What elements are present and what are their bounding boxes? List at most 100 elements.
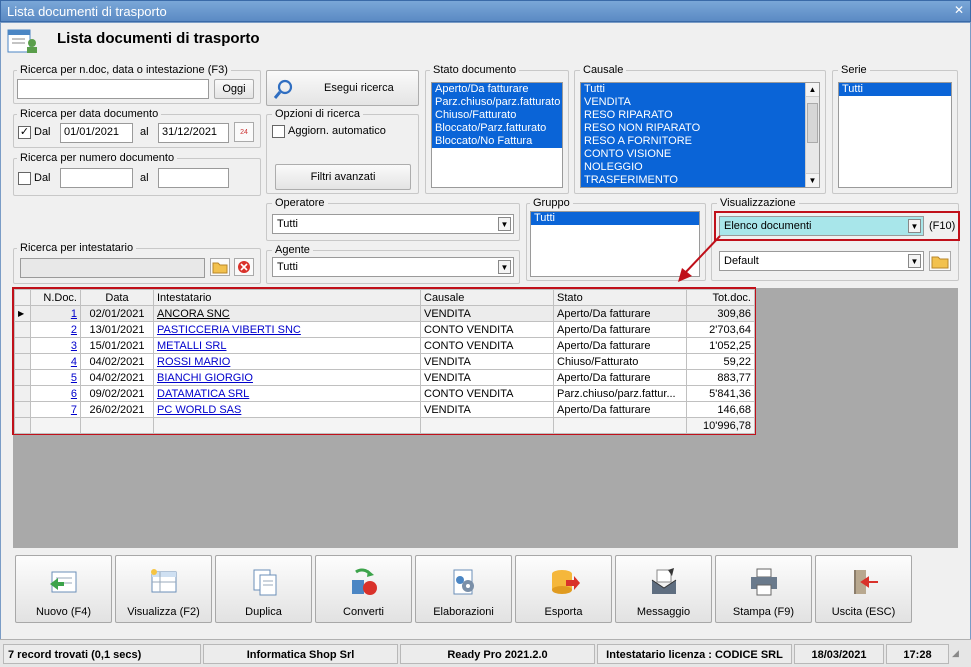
column-header[interactable]: Tot.doc. bbox=[686, 289, 755, 306]
status-license: Intestatario licenza : CODICE SRL bbox=[597, 644, 792, 664]
today-button[interactable]: Oggi bbox=[214, 79, 254, 99]
exit-icon bbox=[848, 566, 880, 598]
cell-causale: VENDITA bbox=[420, 369, 554, 386]
table-row[interactable]: 5 04/02/2021 BIANCHI GIORGIO VENDITA Ape… bbox=[14, 369, 755, 386]
serie-list[interactable]: Tutti bbox=[838, 82, 952, 188]
holder-link[interactable]: BIANCHI GIORGIO bbox=[153, 369, 421, 386]
scroll-up-icon[interactable]: ▲ bbox=[806, 83, 819, 97]
holder-link[interactable]: METALLI SRL bbox=[153, 337, 421, 354]
resize-grip-icon[interactable]: ◢ bbox=[952, 648, 966, 662]
doc-state-list[interactable]: Aperto/Da fatturare Parz.chiuso/parz.fat… bbox=[431, 82, 563, 188]
holder-link[interactable]: PASTICCERIA VIBERTI SNC bbox=[153, 321, 421, 338]
causale-scrollbar[interactable]: ▲ ▼ bbox=[805, 83, 819, 187]
table-row[interactable]: 6 09/02/2021 DATAMATICA SRL CONTO VENDIT… bbox=[14, 385, 755, 402]
list-item[interactable]: TRASFERIMENTO bbox=[581, 174, 805, 187]
operator-label: Operatore bbox=[272, 197, 328, 209]
exit-button[interactable]: Uscita (ESC) bbox=[815, 555, 912, 623]
table-row[interactable]: 4 04/02/2021 ROSSI MARIO VENDITA Chiuso/… bbox=[14, 353, 755, 370]
chevron-down-icon[interactable]: ▼ bbox=[498, 217, 511, 231]
scroll-thumb[interactable] bbox=[807, 103, 818, 143]
print-button[interactable]: Stampa (F9) bbox=[715, 555, 812, 623]
window-title: Lista documenti di trasporto bbox=[7, 4, 167, 19]
cell-date: 09/02/2021 bbox=[80, 385, 154, 402]
doc-number-link[interactable]: 6 bbox=[30, 385, 81, 402]
auto-update-checkbox[interactable] bbox=[272, 125, 285, 138]
convert-button[interactable]: Converti bbox=[315, 555, 412, 623]
scroll-down-icon[interactable]: ▼ bbox=[806, 173, 819, 187]
doc-number-link[interactable]: 1 bbox=[30, 305, 81, 322]
list-item[interactable]: Chiuso/Fatturato bbox=[432, 109, 562, 122]
doc-number-link[interactable]: 5 bbox=[30, 369, 81, 386]
folder-icon[interactable] bbox=[210, 258, 230, 276]
list-item[interactable]: Aperto/Da fatturare bbox=[432, 83, 562, 96]
operator-select[interactable]: Tutti ▼ bbox=[272, 214, 514, 234]
list-item[interactable]: Bloccato/No Fattura bbox=[432, 135, 562, 148]
doc-number-link[interactable]: 2 bbox=[30, 321, 81, 338]
date-from-checkbox[interactable]: ✓ bbox=[18, 126, 31, 139]
view-select[interactable]: Elenco documenti ▼ bbox=[719, 216, 924, 236]
doc-number-link[interactable]: 4 bbox=[30, 353, 81, 370]
close-icon[interactable]: ✕ bbox=[951, 3, 967, 17]
layout-select[interactable]: Default ▼ bbox=[719, 251, 924, 271]
number-to-input[interactable] bbox=[158, 168, 229, 188]
date-to-input[interactable]: 31/12/2021 bbox=[158, 123, 229, 143]
number-to-label: al bbox=[140, 172, 149, 184]
holder-link[interactable]: DATAMATICA SRL bbox=[153, 385, 421, 402]
table-header-row: N.Doc. Data Intestatario Causale Stato T… bbox=[14, 289, 755, 306]
list-item[interactable]: Tutti bbox=[839, 83, 951, 96]
list-item[interactable]: Bloccato/Parz.fatturato bbox=[432, 122, 562, 135]
number-from-input[interactable] bbox=[60, 168, 133, 188]
holder-link[interactable]: ROSSI MARIO bbox=[153, 353, 421, 370]
message-icon bbox=[648, 566, 680, 598]
table-row[interactable]: ▶ 1 02/01/2021 ANCORA SNC VENDITA Aperto… bbox=[14, 305, 755, 322]
list-item[interactable]: RESO A FORNITORE bbox=[581, 135, 805, 148]
folder-icon[interactable] bbox=[929, 251, 951, 271]
column-header[interactable]: Data bbox=[80, 289, 154, 306]
list-item[interactable]: RESO NON RIPARATO bbox=[581, 122, 805, 135]
cell-causale: VENDITA bbox=[420, 401, 554, 418]
list-item[interactable]: Parz.chiuso/parz.fatturato bbox=[432, 96, 562, 109]
search-ndoc-input[interactable] bbox=[17, 79, 209, 99]
advanced-filters-button[interactable]: Filtri avanzati bbox=[275, 164, 411, 190]
calendar-icon[interactable]: 24 bbox=[234, 122, 254, 142]
message-button[interactable]: Messaggio bbox=[615, 555, 712, 623]
number-from-checkbox[interactable] bbox=[18, 172, 31, 185]
export-button[interactable]: Esporta bbox=[515, 555, 612, 623]
cell-causale: CONTO VENDITA bbox=[420, 321, 554, 338]
list-item[interactable]: Tutti bbox=[531, 212, 699, 225]
duplicate-button[interactable]: Duplica bbox=[215, 555, 312, 623]
holder-link[interactable]: ANCORA SNC bbox=[153, 305, 421, 322]
clear-icon[interactable] bbox=[234, 258, 254, 276]
column-header[interactable]: Causale bbox=[420, 289, 554, 306]
list-item[interactable]: NOLEGGIO bbox=[581, 161, 805, 174]
list-item[interactable]: RESO RIPARATO bbox=[581, 109, 805, 122]
date-from-label: Dal bbox=[34, 126, 51, 138]
table-row[interactable]: 2 13/01/2021 PASTICCERIA VIBERTI SNC CON… bbox=[14, 321, 755, 338]
chevron-down-icon[interactable]: ▼ bbox=[908, 219, 921, 233]
holder-link[interactable]: PC WORLD SAS bbox=[153, 401, 421, 418]
chevron-down-icon[interactable]: ▼ bbox=[498, 260, 511, 274]
run-search-button[interactable]: Esegui ricerca bbox=[266, 70, 419, 106]
search-holder-input[interactable] bbox=[20, 258, 205, 278]
view-button[interactable]: Visualizza (F2) bbox=[115, 555, 212, 623]
new-button[interactable]: Nuovo (F4) bbox=[15, 555, 112, 623]
chevron-down-icon[interactable]: ▼ bbox=[908, 254, 921, 268]
results-table: N.Doc. Data Intestatario Causale Stato T… bbox=[14, 289, 755, 434]
column-header[interactable]: N.Doc. bbox=[30, 289, 81, 306]
doc-number-link[interactable]: 3 bbox=[30, 337, 81, 354]
date-from-input[interactable]: 01/01/2021 bbox=[60, 123, 133, 143]
column-header[interactable]: Stato bbox=[553, 289, 687, 306]
table-row[interactable]: 7 26/02/2021 PC WORLD SAS VENDITA Aperto… bbox=[14, 401, 755, 418]
column-header[interactable]: Intestatario bbox=[153, 289, 421, 306]
list-item[interactable]: Tutti bbox=[581, 83, 805, 96]
doc-state-label: Stato documento bbox=[430, 64, 520, 76]
doc-number-link[interactable]: 7 bbox=[30, 401, 81, 418]
view-button-label: Visualizza (F2) bbox=[127, 606, 200, 618]
list-item[interactable]: VENDITA bbox=[581, 96, 805, 109]
agent-value: Tutti bbox=[277, 261, 298, 273]
list-item[interactable]: CONTO VISIONE bbox=[581, 148, 805, 161]
agent-select[interactable]: Tutti ▼ bbox=[272, 257, 514, 277]
causale-list[interactable]: Tutti VENDITA RESO RIPARATO RESO NON RIP… bbox=[580, 82, 820, 188]
table-row[interactable]: 3 15/01/2021 METALLI SRL CONTO VENDITA A… bbox=[14, 337, 755, 354]
processing-button[interactable]: Elaborazioni bbox=[415, 555, 512, 623]
